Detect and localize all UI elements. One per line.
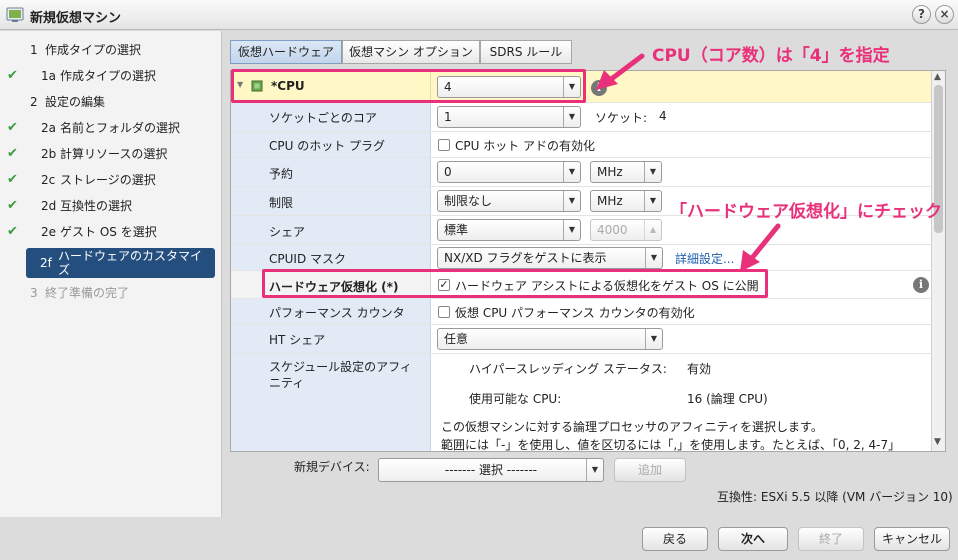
hwvirt-arrow-icon	[740, 223, 781, 272]
cpu-arrow-icon	[596, 53, 645, 90]
annotation-arrows	[596, 53, 781, 272]
